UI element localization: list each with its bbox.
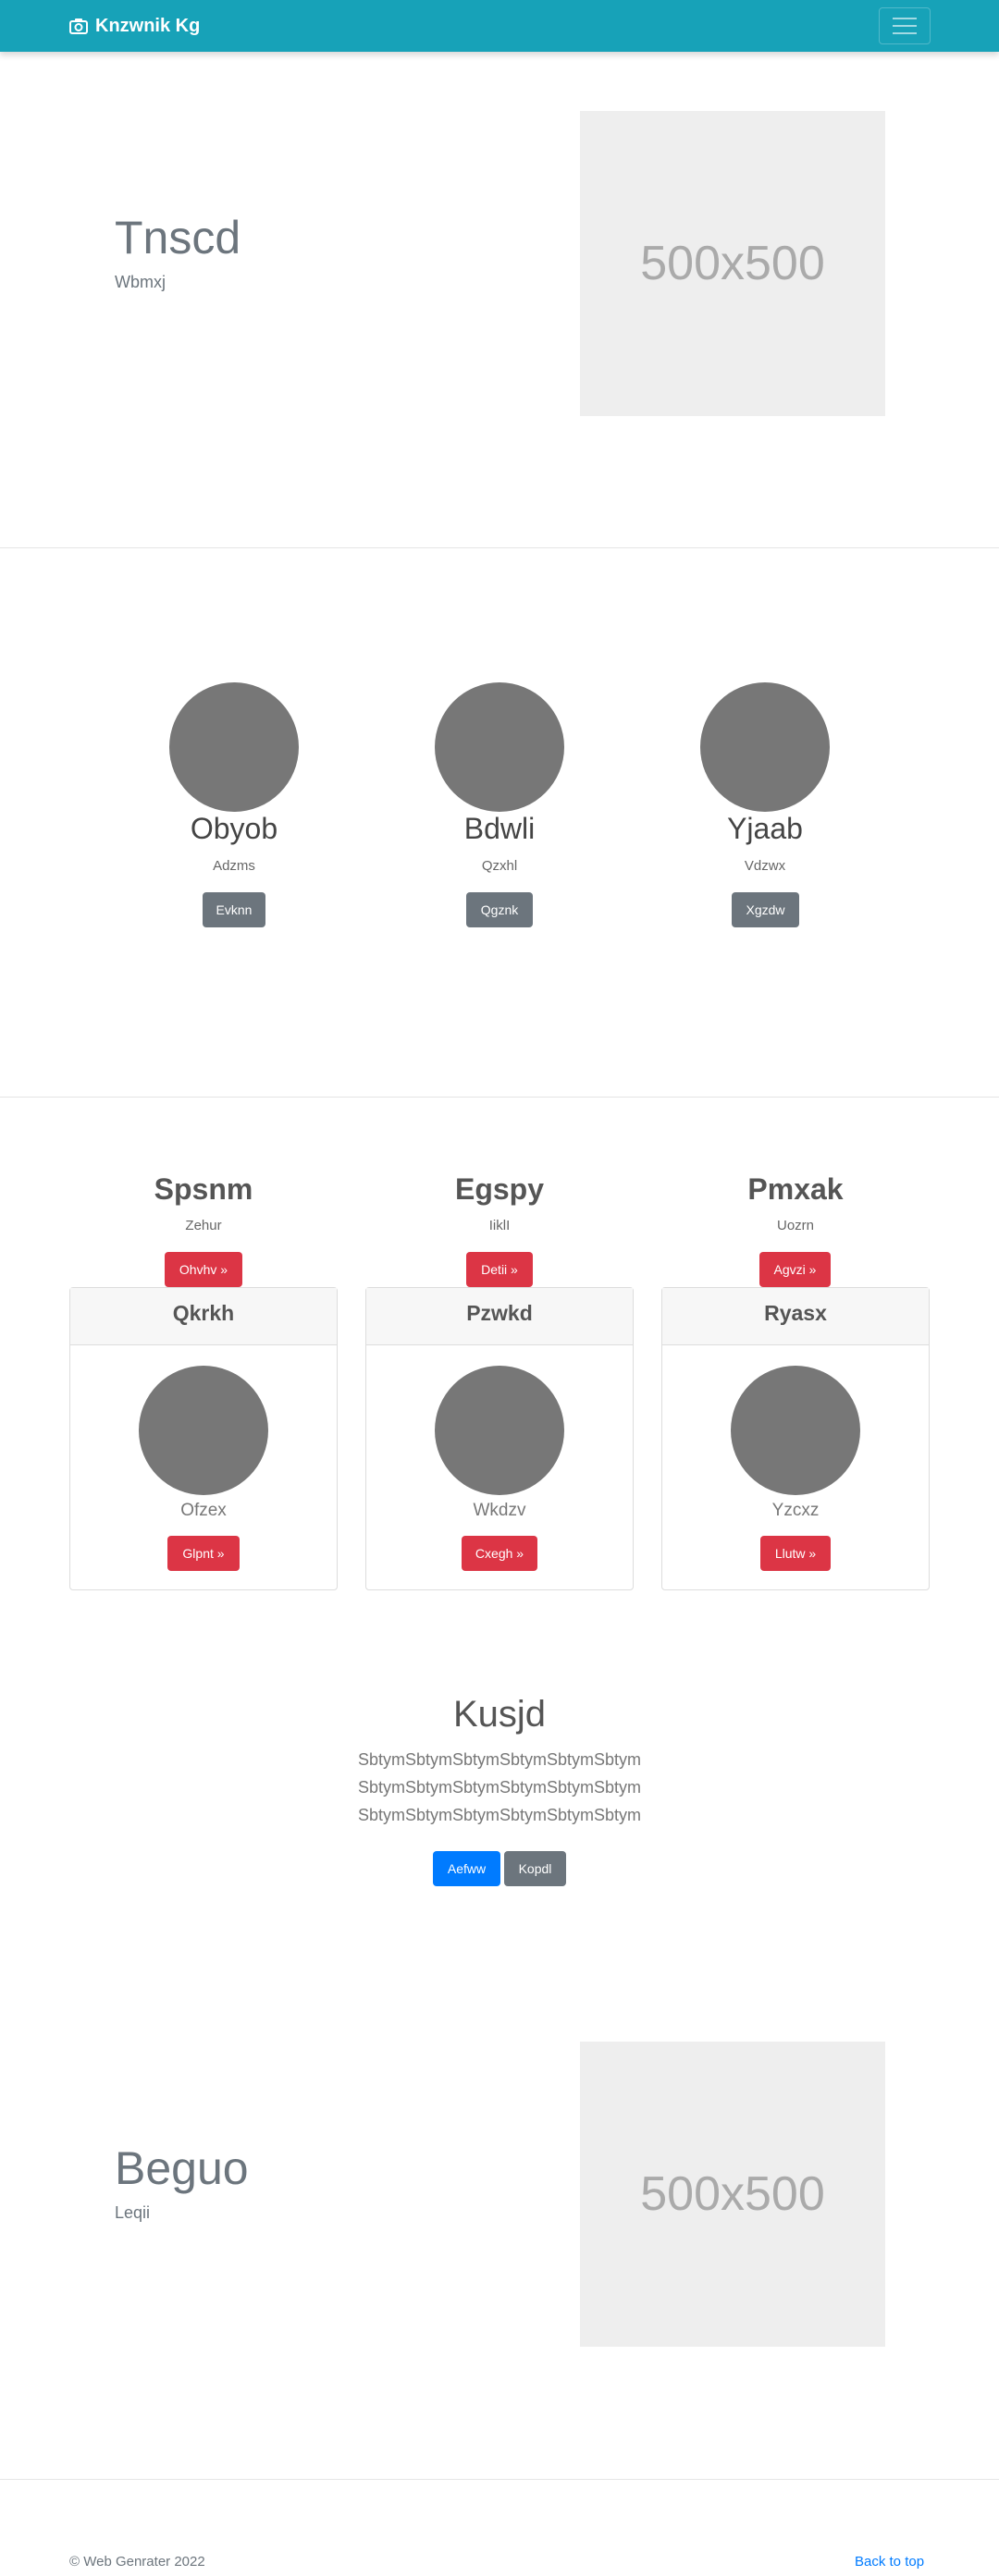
card-header: Ryasx <box>662 1288 929 1345</box>
jumbotron-text-line: SbtymSbtymSbtymSbtymSbtymSbtym <box>357 1750 642 1769</box>
primary-button[interactable]: Aefww <box>433 1851 500 1886</box>
navbar: Knzwnik Kg <box>0 0 999 52</box>
person-role: Adzms <box>213 858 255 874</box>
avatar <box>169 682 299 812</box>
card-text: Yzcxz <box>771 1501 820 1520</box>
card-button[interactable]: Glpnt » <box>167 1536 240 1571</box>
jumbotron-title: Kusjd <box>452 1694 547 1735</box>
secondary-button[interactable]: Kopdl <box>504 1851 566 1886</box>
feature-subtitle: Zehur <box>185 1218 222 1233</box>
card-button[interactable]: Cxegh » <box>462 1536 537 1571</box>
hero-subtitle: Leqii <box>115 2203 151 2222</box>
feature-subtitle: Uozrn <box>776 1218 814 1233</box>
avatar <box>731 1366 860 1495</box>
feature-title: Spsnm <box>154 1172 253 1206</box>
hamburger-menu-icon[interactable] <box>879 7 931 44</box>
feature-button[interactable]: Detii » <box>466 1252 533 1287</box>
avatar <box>700 682 830 812</box>
navbar-brand[interactable]: Knzwnik Kg <box>69 15 200 37</box>
card: Ryasx Yzcxz Llutw » <box>661 1287 930 1590</box>
footer-copyright: © Web Genrater 2022 <box>69 2554 205 2570</box>
card-text: Ofzex <box>180 1501 227 1520</box>
feature-button[interactable]: Agvzi » <box>759 1252 831 1287</box>
card-text: Wkdzv <box>473 1501 526 1520</box>
card: Pzwkd Wkdzv Cxegh » <box>365 1287 634 1590</box>
divider <box>0 1097 999 1098</box>
card-header: Pzwkd <box>366 1288 633 1345</box>
jumbotron-text-line: SbtymSbtymSbtymSbtymSbtymSbtym <box>357 1806 642 1824</box>
back-to-top-link[interactable]: Back to top <box>855 2554 924 2570</box>
camera-icon <box>69 18 88 34</box>
avatar <box>139 1366 268 1495</box>
divider <box>0 2479 999 2480</box>
person-role: Vdzwx <box>744 858 786 874</box>
hero-title: Tnscd <box>115 212 241 264</box>
feature-title: Egspy <box>454 1172 545 1206</box>
hero-image-placeholder: 500x500 <box>580 2042 885 2347</box>
divider <box>0 547 999 548</box>
person-name: Bdwli <box>463 812 536 845</box>
person-button[interactable]: Evknn <box>203 892 265 927</box>
feature-title: Pmxak <box>747 1172 844 1206</box>
hero-title: Beguo <box>115 2142 249 2194</box>
person-button[interactable]: Xgzdw <box>732 892 799 927</box>
jumbotron-text-line: SbtymSbtymSbtymSbtymSbtymSbtym <box>357 1778 642 1797</box>
avatar <box>435 682 564 812</box>
person-name: Obyob <box>190 812 278 845</box>
hero-subtitle: Wbmxj <box>115 273 166 291</box>
person-role: Qzxhl <box>481 858 518 874</box>
feature-button[interactable]: Ohvhv » <box>165 1252 242 1287</box>
card-button[interactable]: Llutw » <box>760 1536 831 1571</box>
card: Qkrkh Ofzex Glpnt » <box>69 1287 338 1590</box>
card-header: Qkrkh <box>70 1288 337 1345</box>
feature-subtitle: IiklI <box>488 1218 511 1233</box>
brand-label: Knzwnik Kg <box>95 15 201 36</box>
person-button[interactable]: Qgznk <box>466 892 533 927</box>
avatar <box>435 1366 564 1495</box>
person-name: Yjaab <box>727 812 803 845</box>
hero-image-placeholder: 500x500 <box>580 111 885 416</box>
